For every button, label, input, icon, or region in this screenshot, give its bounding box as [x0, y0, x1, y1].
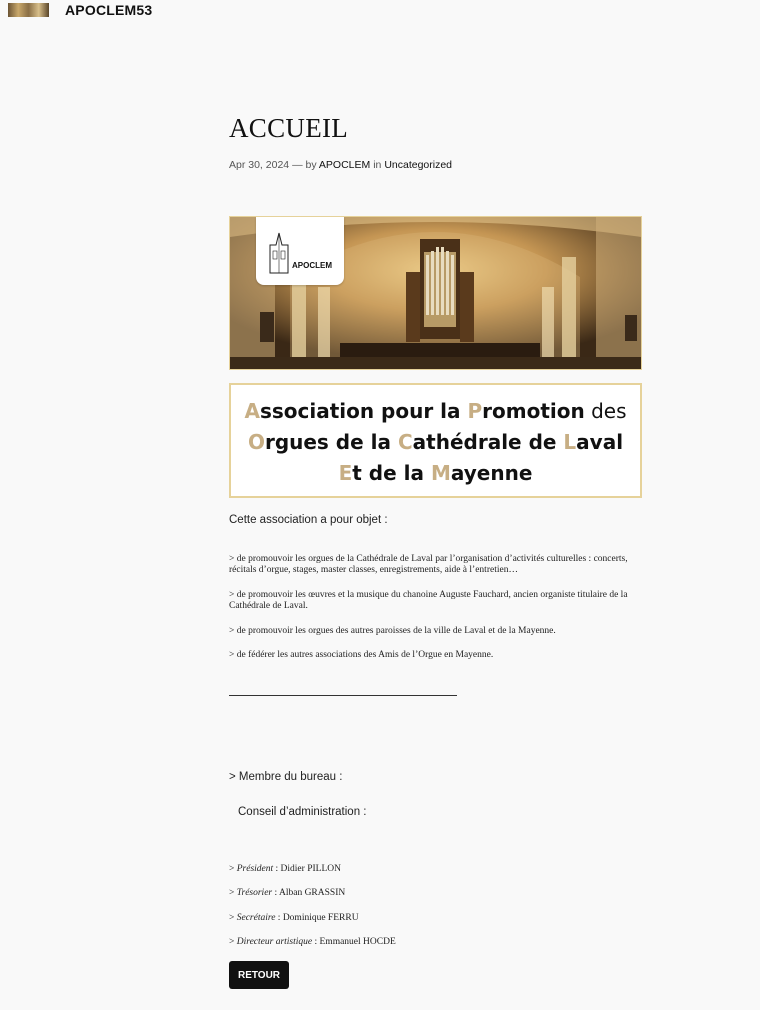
divider	[229, 695, 457, 696]
category-link[interactable]: Uncategorized	[384, 159, 452, 171]
member-role: Trésorier	[236, 888, 273, 898]
association-line-2: Orgues de la Cathédrale de Laval	[231, 427, 640, 458]
apoclem-badge: APOCLEM	[256, 217, 344, 285]
association-line-1: Association pour la Promotion des	[231, 385, 640, 427]
member-name: Didier PILLON	[280, 864, 341, 874]
member-name: Alban GRASSIN	[278, 888, 346, 898]
objective-item: > de promouvoir les œuvres et la musique…	[229, 590, 628, 611]
intro-text: Cette association a pour objet :	[229, 514, 388, 526]
objective-item: > de fédérer les autres associations des…	[229, 650, 494, 660]
association-text-part: des	[584, 399, 627, 423]
association-line-3: Et de la Mayenne	[231, 458, 640, 489]
member-role: Secrétaire	[236, 913, 276, 923]
association-text-part: athédrale de	[412, 430, 564, 454]
post-meta: Apr 30, 2024 — by APOCLEM in Uncategoriz…	[229, 159, 452, 171]
objective-item: > de promouvoir les orgues de la Cathédr…	[229, 554, 628, 575]
association-text-part: romotion	[482, 399, 585, 423]
association-name-box: Association pour la Promotion des Orgues…	[229, 383, 642, 498]
association-text-part: ssociation pour la	[259, 399, 468, 423]
association-text-part: O	[247, 430, 265, 454]
member-item: > Directeur artistique : Emmanuel HOCDE	[229, 937, 396, 947]
association-text-part: P	[467, 399, 483, 423]
objective-item: > de promouvoir les orgues des autres pa…	[229, 626, 556, 636]
association-text-part: M	[430, 461, 451, 485]
site-header: APOCLEM53	[0, 0, 760, 24]
member-item: > Secrétaire : Dominique FERRU	[229, 913, 359, 923]
member-item: > Président : Didier PILLON	[229, 864, 341, 874]
post-date: Apr 30, 2024	[229, 159, 290, 171]
association-text-part: ayenne	[450, 461, 533, 485]
association-text-part: t de la	[352, 461, 431, 485]
member-role: Président	[236, 864, 274, 874]
meta-by: by	[305, 159, 317, 171]
site-logo[interactable]	[8, 3, 49, 17]
association-text-part: aval	[576, 430, 624, 454]
association-text-part: E	[338, 461, 353, 485]
association-text-part: C	[397, 430, 413, 454]
conseil-heading: Conseil d’administration :	[238, 806, 367, 818]
association-text-part: L	[563, 430, 577, 454]
cathedral-banner-image: APOCLEM	[229, 216, 642, 370]
meta-in: in	[373, 159, 382, 171]
bureau-heading: > Membre du bureau :	[229, 771, 343, 783]
association-text-part: A	[244, 399, 260, 423]
cathedral-logo-icon	[269, 232, 289, 274]
site-title-link[interactable]: APOCLEM53	[65, 2, 152, 18]
member-name: Dominique FERRU	[282, 913, 359, 923]
meta-separator: —	[292, 159, 303, 171]
retour-button[interactable]: RETOUR	[229, 961, 289, 989]
member-name: Emmanuel HOCDE	[319, 937, 396, 947]
member-item: > Trésorier : Alban GRASSIN	[229, 888, 346, 898]
page-title: ACCUEIL	[229, 113, 349, 143]
author-link[interactable]: APOCLEM	[319, 159, 370, 171]
badge-label: APOCLEM	[292, 261, 332, 270]
member-role: Directeur artistique	[236, 937, 313, 947]
association-text-part: rgues de la	[264, 430, 398, 454]
